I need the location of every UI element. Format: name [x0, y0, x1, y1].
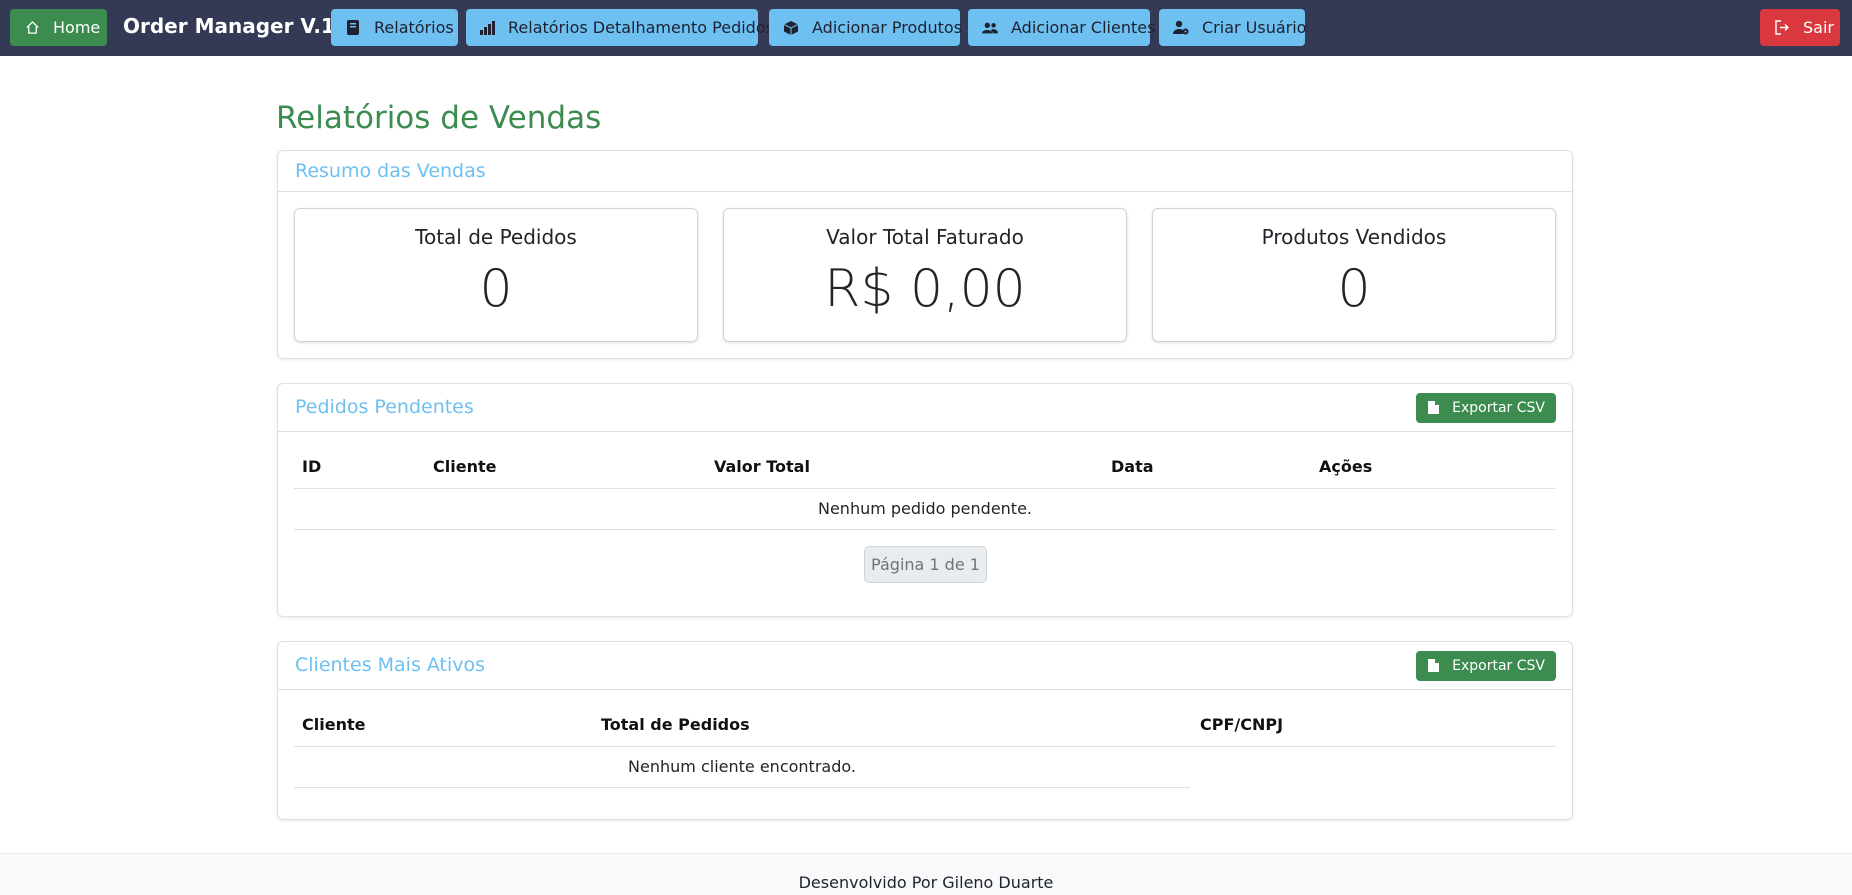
home-button[interactable]: Home	[10, 9, 107, 46]
user-gear-icon	[1173, 20, 1189, 36]
adicionar-produtos-button[interactable]: Adicionar Produtos	[769, 9, 962, 46]
resumo-vendas-card: Resumo das Vendas Total de Pedidos 0 Val…	[277, 150, 1573, 359]
stat-label: Total de Pedidos	[415, 225, 577, 249]
table-divider	[294, 488, 1556, 489]
home-label: Home	[53, 18, 101, 37]
criar-usuario-label: Criar Usuário	[1202, 18, 1307, 37]
file-icon	[1428, 401, 1440, 415]
criar-usuario-button[interactable]: Criar Usuário	[1159, 9, 1307, 46]
table-divider	[294, 746, 1556, 747]
clientes-ativos-card: Clientes Mais Ativos Exportar CSV Client…	[277, 641, 1573, 820]
logout-icon	[1774, 20, 1790, 36]
app-brand[interactable]: Order Manager V.1.0	[123, 14, 356, 38]
empty-message: Nenhum pedido pendente.	[817, 499, 1033, 518]
column-header-acoes: Ações	[1319, 457, 1373, 476]
column-header-cliente: Cliente	[302, 715, 366, 734]
pagination-indicator: Página 1 de 1	[864, 546, 987, 583]
footer: Desenvolvido Por Gileno Duarte	[0, 853, 1852, 895]
stat-label: Valor Total Faturado	[826, 225, 1024, 249]
card-title: Clientes Mais Ativos	[295, 654, 486, 676]
stat-total-pedidos: Total de Pedidos 0	[294, 208, 698, 342]
bar-chart-icon	[480, 20, 495, 36]
page-title: Relatórios de Vendas	[276, 100, 602, 136]
relatorios-detalhamento-button[interactable]: Relatórios Detalhamento Pedidos	[466, 9, 774, 46]
box-icon	[783, 20, 799, 36]
column-header-cpf-cnpj: CPF/CNPJ	[1200, 715, 1284, 734]
adicionar-clientes-label: Adicionar Clientes	[1011, 18, 1156, 37]
users-icon	[982, 20, 998, 36]
sair-label: Sair	[1803, 18, 1834, 37]
book-icon	[345, 20, 361, 36]
export-csv-button[interactable]: Exportar CSV	[1416, 393, 1556, 423]
stat-produtos-vendidos: Produtos Vendidos 0	[1152, 208, 1556, 342]
export-csv-label: Exportar CSV	[1452, 400, 1545, 416]
pedidos-pendentes-card: Pedidos Pendentes Exportar CSV ID Client…	[277, 383, 1573, 617]
stat-label: Produtos Vendidos	[1261, 225, 1447, 249]
column-header-id: ID	[302, 457, 322, 476]
table-divider	[294, 529, 1556, 530]
stat-valor-faturado: Valor Total Faturado R$ 0,00	[723, 208, 1127, 342]
footer-credit: Desenvolvido Por Gileno Duarte	[798, 873, 1054, 892]
table-divider	[294, 787, 1190, 788]
card-header: Pedidos Pendentes Exportar CSV	[278, 384, 1572, 432]
sair-button[interactable]: Sair	[1760, 9, 1840, 46]
empty-message: Nenhum cliente encontrado.	[628, 757, 856, 776]
card-header: Clientes Mais Ativos Exportar CSV	[278, 642, 1572, 690]
export-csv-button[interactable]: Exportar CSV	[1416, 651, 1556, 681]
stat-value: 0	[1337, 259, 1371, 319]
column-header-data: Data	[1111, 457, 1154, 476]
export-csv-label: Exportar CSV	[1452, 658, 1545, 674]
column-header-cliente: Cliente	[433, 457, 497, 476]
file-icon	[1428, 659, 1440, 673]
stat-value: 0	[479, 259, 513, 319]
card-title: Resumo das Vendas	[295, 160, 486, 182]
card-header: Resumo das Vendas	[278, 151, 1572, 192]
column-header-total-pedidos: Total de Pedidos	[601, 715, 750, 734]
card-title: Pedidos Pendentes	[295, 396, 474, 418]
relatorios-button[interactable]: Relatórios	[331, 9, 458, 46]
adicionar-produtos-label: Adicionar Produtos	[812, 18, 962, 37]
adicionar-clientes-button[interactable]: Adicionar Clientes	[968, 9, 1155, 46]
relatorios-label: Relatórios	[374, 18, 454, 37]
relatorios-detalhamento-label: Relatórios Detalhamento Pedidos	[508, 18, 774, 37]
top-navbar: Home Order Manager V.1.0 Relatórios Rela…	[0, 0, 1852, 56]
home-icon	[24, 20, 40, 36]
column-header-valor-total: Valor Total	[714, 457, 810, 476]
stat-value: R$ 0,00	[824, 259, 1026, 319]
